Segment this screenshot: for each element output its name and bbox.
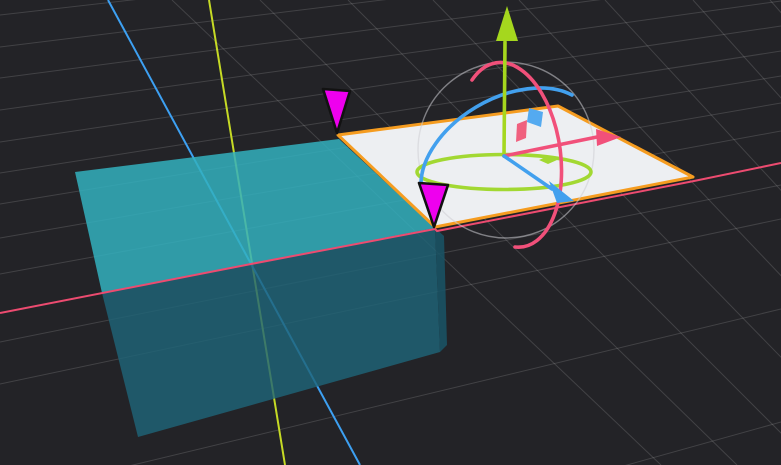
viewport-3d[interactable]: [0, 0, 781, 465]
viewport-canvas[interactable]: [0, 0, 781, 465]
translate-arrow-y-shaft[interactable]: [504, 42, 505, 156]
